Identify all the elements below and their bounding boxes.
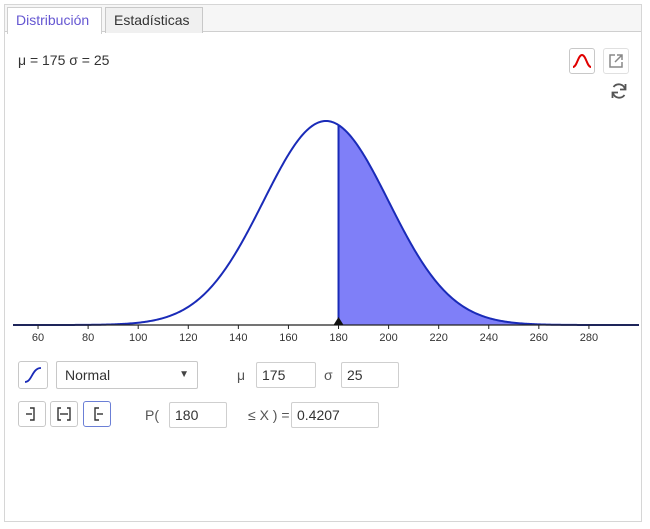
x-tick-label: 80 bbox=[82, 332, 94, 344]
bell-curve-icon bbox=[572, 53, 592, 68]
refresh-icon bbox=[611, 83, 627, 99]
x-tick-label: 60 bbox=[32, 332, 44, 344]
left-sided-button[interactable] bbox=[18, 401, 46, 427]
x-tick-label: 180 bbox=[329, 332, 347, 344]
export-button[interactable] bbox=[603, 48, 629, 74]
mu-input[interactable]: 175 bbox=[256, 362, 316, 388]
x-tick-label: 120 bbox=[179, 332, 197, 344]
le-x-label: ≤ X ) = bbox=[248, 407, 290, 423]
probability-shaded-area bbox=[338, 125, 639, 325]
external-link-icon bbox=[609, 54, 623, 68]
tab-bar: Distribución Estadísticas bbox=[5, 5, 641, 34]
probability-open-label: P( bbox=[145, 407, 159, 423]
distribution-select-value: Normal bbox=[65, 367, 111, 383]
x-tick-label: 260 bbox=[530, 332, 548, 344]
tab-estadisticas[interactable]: Estadísticas bbox=[105, 7, 203, 33]
probability-calculator-panel: Distribución Estadísticas μ = 175 σ = 25… bbox=[4, 4, 642, 522]
refresh-button[interactable] bbox=[607, 79, 631, 103]
x-tick-label: 160 bbox=[279, 332, 297, 344]
mu-label: μ bbox=[237, 367, 246, 383]
x-tick-label: 200 bbox=[379, 332, 397, 344]
x-tick-label: 140 bbox=[229, 332, 247, 344]
chevron-down-icon: ▼ bbox=[179, 369, 189, 380]
right-bracket-icon bbox=[94, 407, 103, 421]
lower-bound-input[interactable]: 180 bbox=[169, 402, 227, 428]
x-axis-ticks: 60 80 100 120 140 160 180 200 220 240 260 280 bbox=[32, 325, 598, 344]
cumulative-curve-icon bbox=[24, 367, 42, 383]
distribution-plot: 60 80 100 120 140 160 180 200 220 240 260 280 bbox=[13, 119, 639, 344]
interval-button[interactable] bbox=[50, 401, 78, 427]
sigma-input[interactable]: 25 bbox=[341, 362, 399, 388]
x-tick-label: 280 bbox=[580, 332, 598, 344]
left-bracket-icon bbox=[26, 407, 35, 421]
cumulative-toggle-button[interactable] bbox=[18, 361, 48, 389]
x-tick-label: 240 bbox=[480, 332, 498, 344]
sigma-label: σ bbox=[324, 367, 333, 383]
density-curve bbox=[13, 119, 639, 326]
distribution-select[interactable]: Normal ▼ bbox=[56, 361, 198, 389]
interval-bracket-icon bbox=[57, 407, 71, 421]
x-tick-label: 100 bbox=[129, 332, 147, 344]
x-tick-label: 220 bbox=[430, 332, 448, 344]
normal-overlay-button[interactable] bbox=[569, 48, 595, 74]
right-sided-button[interactable] bbox=[83, 401, 111, 427]
distribution-parameters-label: μ = 175 σ = 25 bbox=[18, 52, 110, 68]
tab-distribucion[interactable]: Distribución bbox=[7, 7, 102, 34]
probability-result-field[interactable]: 0.4207 bbox=[291, 402, 379, 428]
